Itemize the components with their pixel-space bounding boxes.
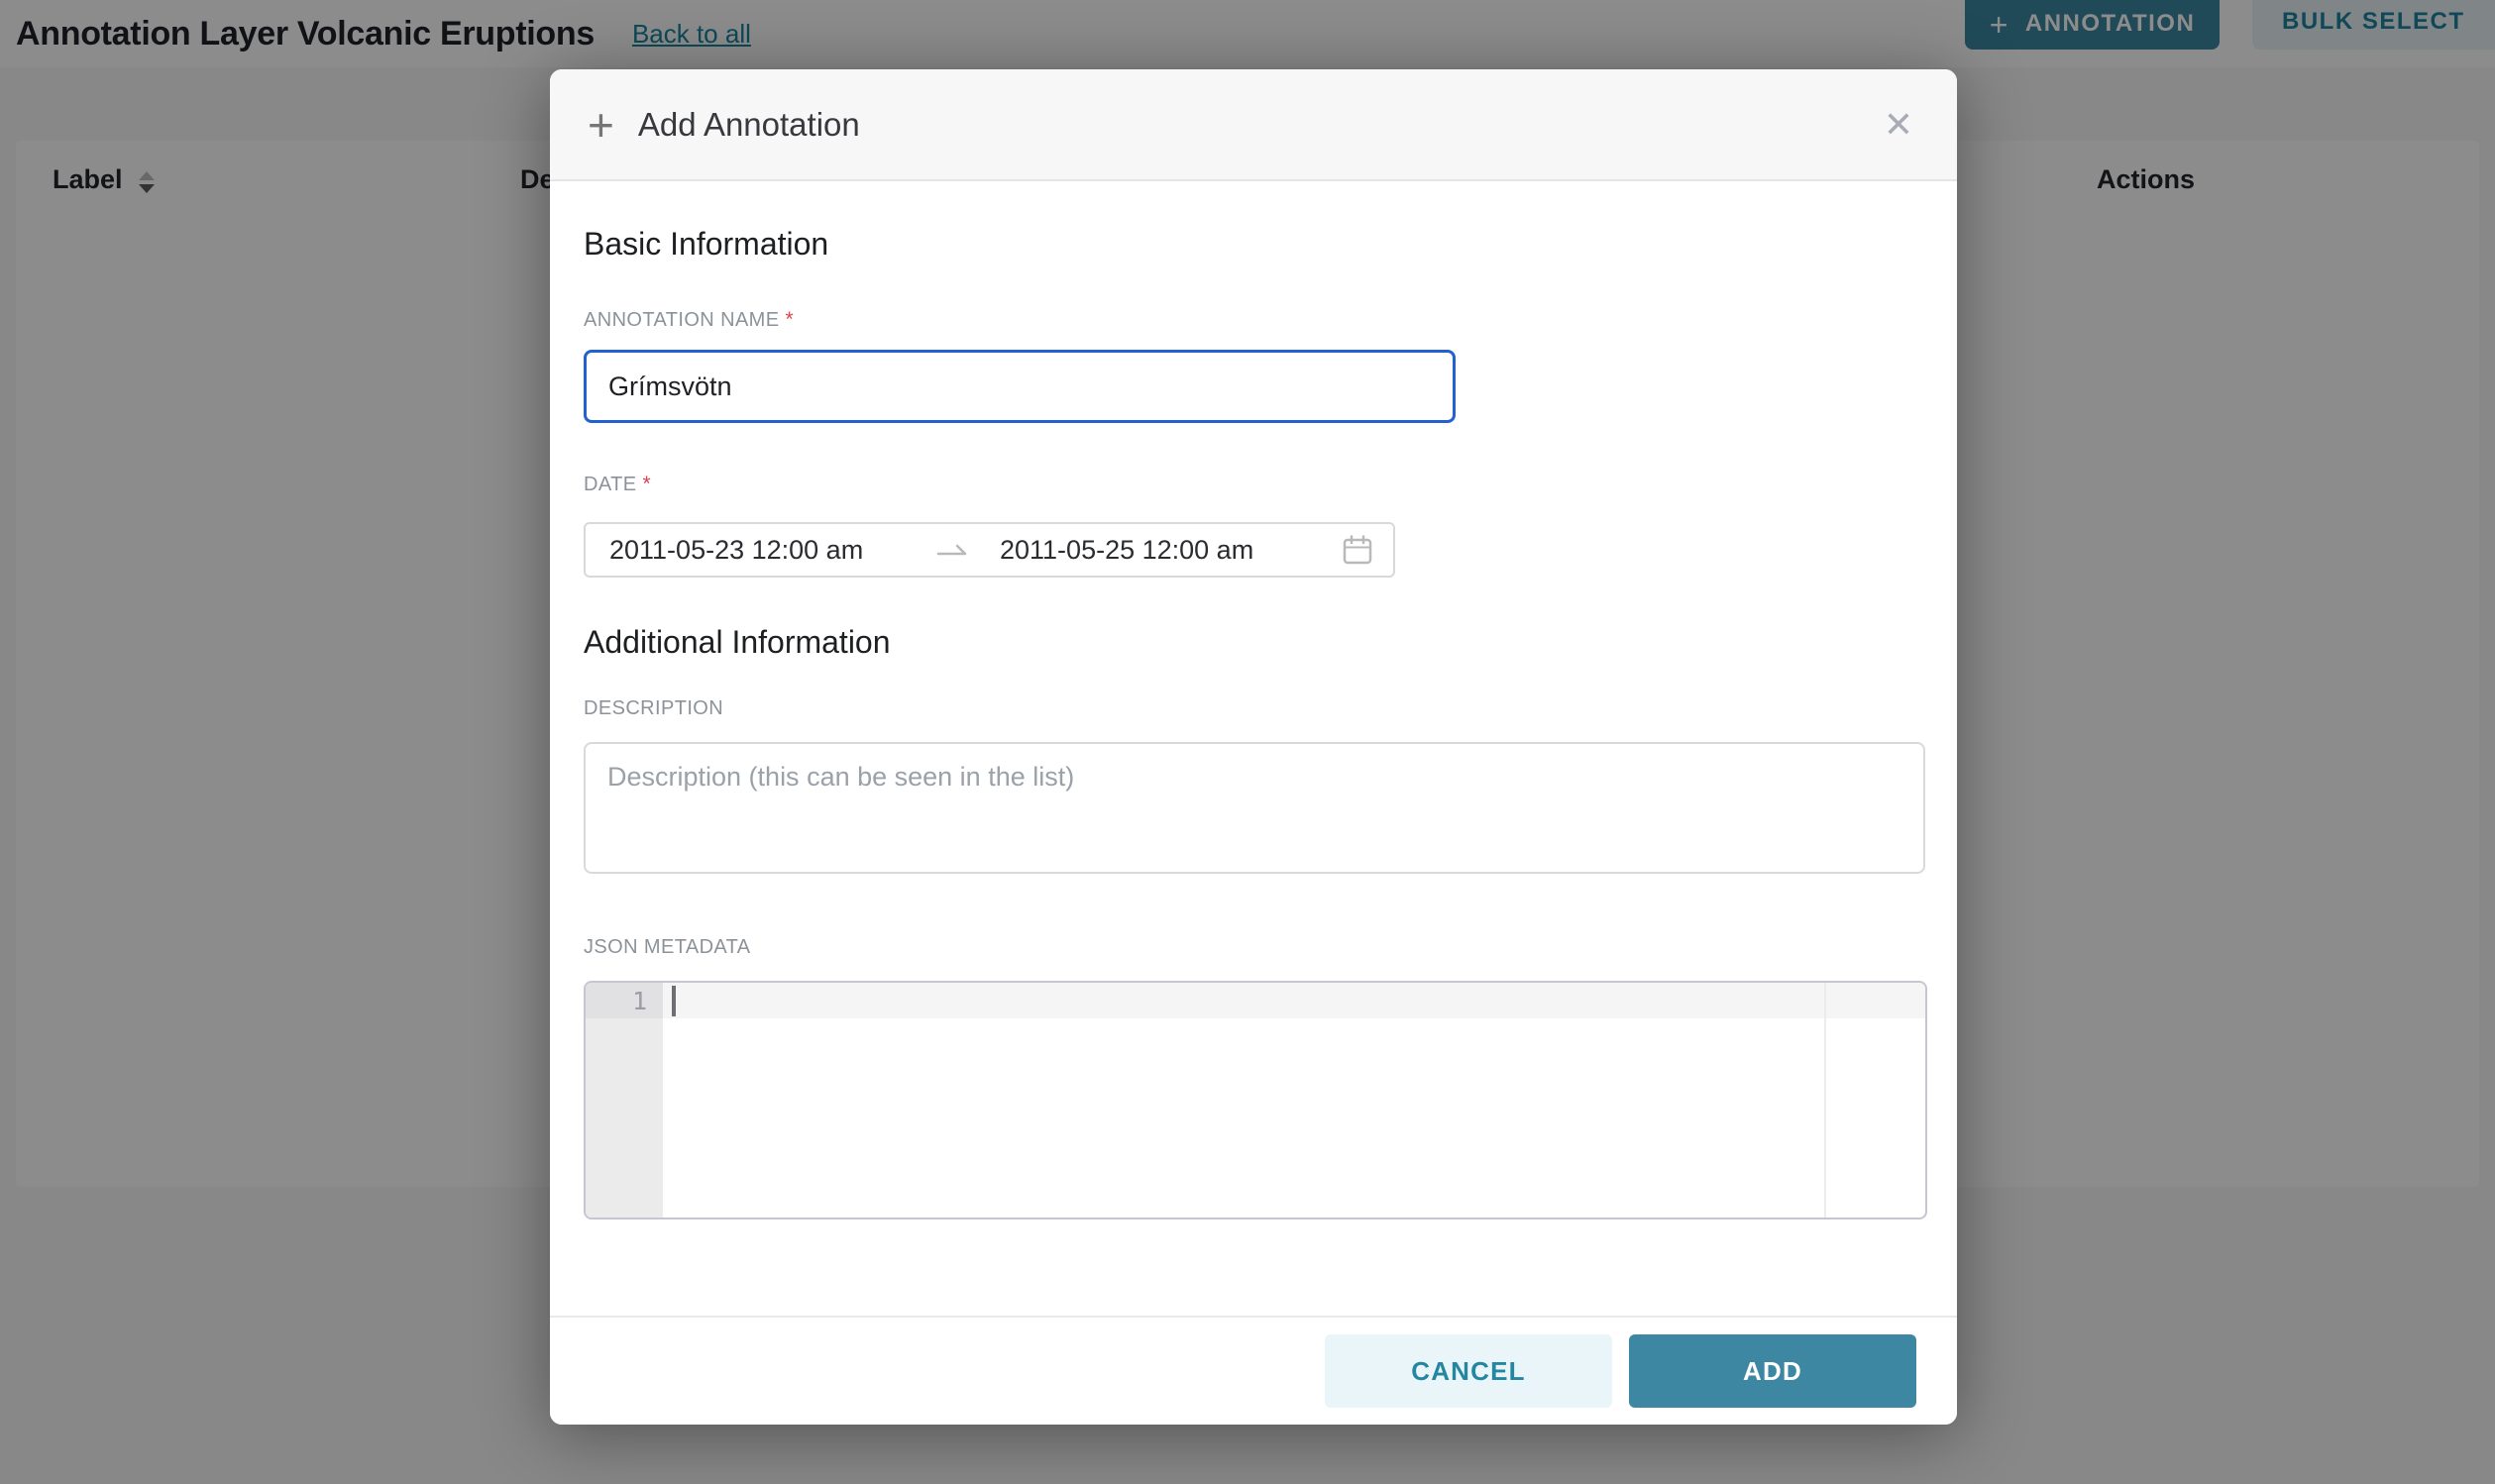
annotation-layer-page: Annotation Layer Volcanic Eruptions Back…: [0, 0, 2495, 1484]
calendar-icon: [1342, 534, 1373, 566]
date-label: DATE*: [584, 473, 1923, 496]
editor-content-area[interactable]: [663, 983, 1925, 1218]
description-label: DESCRIPTION: [584, 696, 1923, 720]
close-icon[interactable]: ✕: [1884, 107, 1913, 143]
annotation-name-label: ANNOTATION NAME*: [584, 308, 1923, 332]
modal-title: Add Annotation: [638, 106, 860, 144]
additional-information-heading: Additional Information: [584, 623, 1923, 661]
editor-line-number-gutter: 1: [586, 983, 663, 1218]
arrow-right-icon: [936, 539, 968, 561]
editor-text-cursor: [672, 986, 676, 1016]
editor-line-number: 1: [586, 983, 663, 1018]
date-range-end[interactable]: 2011-05-25 12:00 am: [1000, 535, 1253, 566]
modal-footer: CANCEL ADD: [550, 1316, 1957, 1425]
modal-header: + Add Annotation ✕: [550, 69, 1957, 181]
editor-print-margin: [1824, 983, 1826, 1218]
date-range-picker[interactable]: 2011-05-23 12:00 am 2011-05-25 12:00 am: [584, 522, 1395, 578]
cancel-button[interactable]: CANCEL: [1325, 1334, 1612, 1408]
description-textarea[interactable]: [584, 742, 1925, 874]
date-range-start[interactable]: 2011-05-23 12:00 am: [609, 535, 936, 566]
json-metadata-label: JSON METADATA: [584, 935, 1923, 959]
required-asterisk: *: [642, 473, 651, 495]
modal-body: Basic Information ANNOTATION NAME* DATE*…: [550, 181, 1957, 1219]
json-metadata-editor[interactable]: 1: [584, 981, 1927, 1219]
plus-icon: +: [588, 102, 614, 148]
required-asterisk: *: [785, 308, 794, 331]
add-button[interactable]: ADD: [1629, 1334, 1916, 1408]
basic-information-heading: Basic Information: [584, 225, 1923, 263]
annotation-name-input[interactable]: [584, 350, 1456, 423]
add-annotation-modal: + Add Annotation ✕ Basic Information ANN…: [550, 69, 1957, 1425]
editor-active-line: [663, 983, 1925, 1018]
